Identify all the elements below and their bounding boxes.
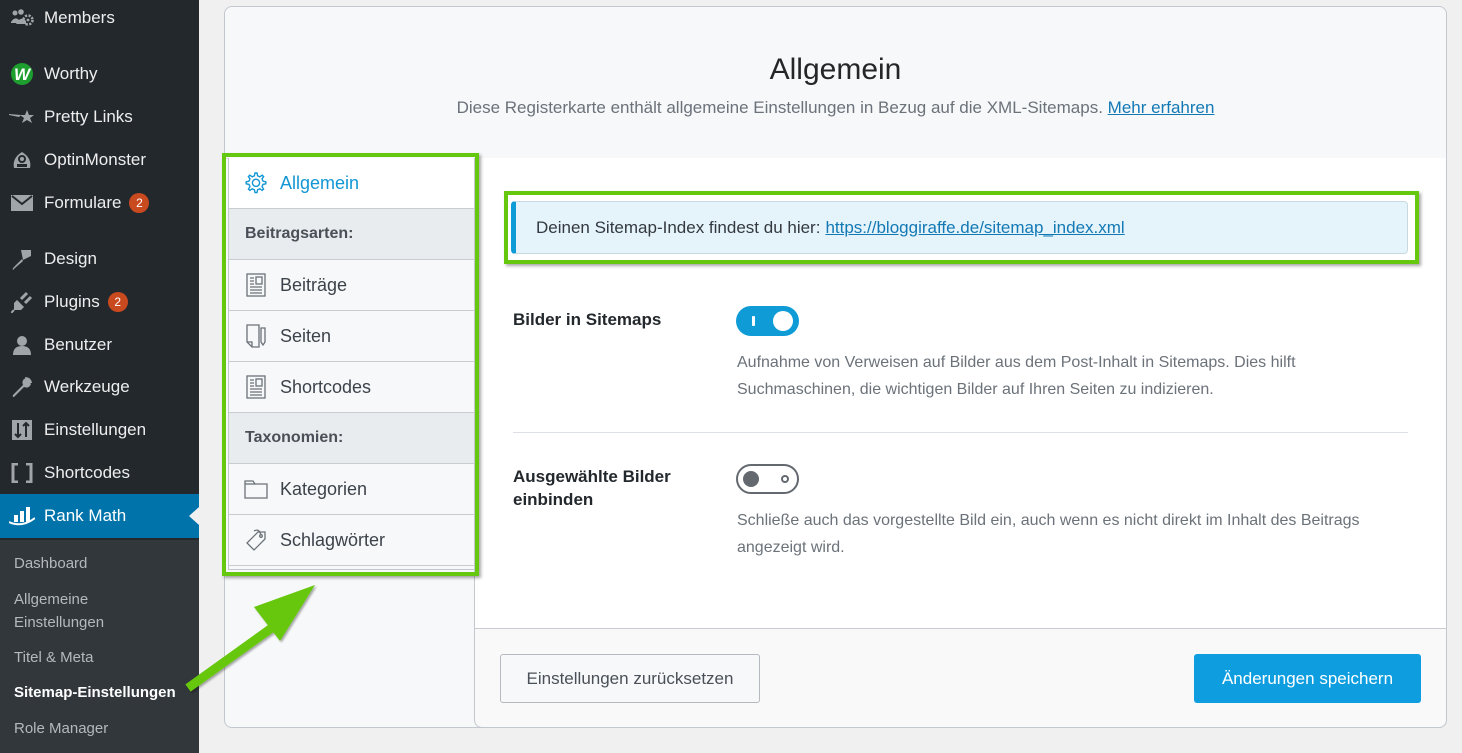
rank-math-submenu: Dashboard Allgemeine Einstellungen Titel… bbox=[0, 540, 199, 753]
plug-icon bbox=[9, 291, 35, 313]
sidebar-item-optinmonster[interactable]: OptinMonster bbox=[0, 142, 199, 178]
mail-icon bbox=[9, 192, 35, 214]
field-label-bilder-in-sitemaps: Bilder in Sitemaps bbox=[513, 310, 662, 329]
sitemap-index-notice: Deinen Sitemap-Index findest du hier: ht… bbox=[511, 201, 1408, 254]
sidebar-item-einstellungen[interactable]: Einstellungen bbox=[0, 412, 199, 448]
sidebar-item-formulare[interactable]: Formulare 2 bbox=[0, 185, 199, 221]
sidebar-item-label: Werkzeuge bbox=[44, 377, 130, 396]
tag-icon bbox=[244, 528, 268, 552]
sidebar-item-label: Benutzer bbox=[44, 335, 113, 354]
sidebar-item-label: Members bbox=[44, 8, 115, 27]
tab-label: Shortcodes bbox=[280, 376, 372, 397]
learn-more-link[interactable]: Mehr erfahren bbox=[1108, 98, 1215, 117]
update-count-badge: 2 bbox=[129, 193, 150, 213]
sidebar-item-label: Shortcodes bbox=[44, 463, 130, 482]
sidebar-item-label: Einstellungen bbox=[44, 420, 147, 439]
description-text: Diese Registerkarte enthält allgemeine E… bbox=[456, 98, 1103, 117]
submenu-item-sitemap-einstellungen[interactable]: Sitemap-Einstellungen bbox=[14, 681, 176, 704]
page-description: Diese Registerkarte enthält allgemeine E… bbox=[225, 98, 1446, 118]
field-description: Schließe auch das vorgestellte Bild ein,… bbox=[737, 512, 1360, 556]
sidebar-item-members[interactable]: Members bbox=[0, 0, 199, 36]
sidebar-item-label: OptinMonster bbox=[44, 150, 147, 169]
bilder-in-sitemaps-toggle[interactable] bbox=[736, 306, 799, 336]
panel-header: Allgemein Diese Registerkarte enthält al… bbox=[225, 7, 1446, 159]
sitemap-index-link[interactable]: https://bloggiraffe.de/sitemap_index.xml bbox=[825, 218, 1124, 238]
wrench-icon bbox=[9, 376, 35, 398]
sidebar-item-werkzeuge[interactable]: Werkzeuge bbox=[0, 369, 199, 405]
page-icon bbox=[244, 324, 268, 348]
tab-group-heading: Taxonomien: bbox=[229, 413, 474, 464]
tab-group-heading: Beitragsarten: bbox=[229, 209, 474, 260]
brackets-icon bbox=[9, 462, 35, 484]
ausgewaehlte-bilder-toggle[interactable] bbox=[736, 464, 799, 494]
folder-icon bbox=[244, 477, 268, 501]
tab-shortcodes[interactable]: Shortcodes bbox=[229, 362, 474, 413]
submenu-item-role-manager[interactable]: Role Manager bbox=[14, 717, 108, 740]
sitemap-tabs: Allgemein Beitragsarten: Beiträge Seiten… bbox=[228, 158, 475, 570]
tab-beitraege[interactable]: Beiträge bbox=[229, 260, 474, 311]
tab-allgemein[interactable]: Allgemein bbox=[229, 158, 474, 209]
sidebar-item-label: Worthy bbox=[44, 64, 98, 83]
tab-label: Seiten bbox=[280, 325, 332, 346]
toggle-off-mark-icon bbox=[781, 475, 789, 483]
rank-math-icon bbox=[9, 505, 35, 527]
save-changes-button[interactable]: Änderungen speichern bbox=[1194, 654, 1421, 703]
update-count-badge: 2 bbox=[107, 292, 128, 312]
members-icon bbox=[9, 7, 35, 29]
tab-label: Beiträge bbox=[280, 274, 348, 295]
sidebar-item-shortcodes[interactable]: Shortcodes bbox=[0, 455, 199, 491]
field-label-ausgewaehlte-bilder: Ausgewählte Bilder einbinden bbox=[513, 467, 671, 509]
admin-sidebar: Members W Worthy Pretty Links OptinMonst… bbox=[0, 0, 199, 753]
reset-settings-button[interactable]: Einstellungen zurücksetzen bbox=[500, 654, 760, 703]
sidebar-item-label: Rank Math bbox=[44, 506, 127, 525]
sidebar-item-worthy[interactable]: W Worthy bbox=[0, 56, 199, 92]
tab-kategorien[interactable]: Kategorien bbox=[229, 464, 474, 515]
sidebar-item-benutzer[interactable]: Benutzer bbox=[0, 327, 199, 363]
sidebar-item-pretty-links[interactable]: Pretty Links bbox=[0, 99, 199, 135]
tab-seiten[interactable]: Seiten bbox=[229, 311, 474, 362]
paintbrush-icon bbox=[9, 248, 35, 270]
post-icon bbox=[244, 273, 268, 297]
page-title: Allgemein bbox=[769, 53, 902, 86]
sidebar-item-rank-math[interactable]: Rank Math bbox=[0, 494, 199, 538]
gear-icon bbox=[244, 171, 268, 195]
sidebar-item-design[interactable]: Design bbox=[0, 241, 199, 277]
sidebar-item-label: Design bbox=[44, 249, 97, 268]
user-icon bbox=[9, 334, 35, 356]
submenu-item-titel-meta[interactable]: Titel & Meta bbox=[14, 646, 93, 669]
tab-schlagwoerter[interactable]: Schlagwörter bbox=[229, 515, 474, 566]
toggle-knob bbox=[773, 311, 793, 331]
sidebar-item-plugins[interactable]: Plugins 2 bbox=[0, 284, 199, 320]
tab-label: Kategorien bbox=[280, 478, 368, 499]
optinmonster-icon bbox=[9, 149, 35, 171]
sidebar-item-label: Plugins bbox=[44, 292, 100, 311]
worthy-icon: W bbox=[9, 63, 35, 85]
tab-label: Allgemein bbox=[280, 172, 360, 193]
notice-text: Deinen Sitemap-Index findest du hier: bbox=[536, 217, 821, 237]
tab-label: Schlagwörter bbox=[280, 529, 386, 550]
post-icon bbox=[244, 375, 268, 399]
svg-text:W: W bbox=[14, 65, 32, 84]
field-description: Aufnahme von Verweisen auf Bilder aus de… bbox=[737, 354, 1296, 398]
sidebar-item-label: Formulare bbox=[44, 193, 122, 212]
submenu-item-dashboard[interactable]: Dashboard bbox=[14, 552, 87, 575]
sidebar-item-label: Pretty Links bbox=[44, 107, 133, 126]
submenu-item-allgemeine-einstellungen[interactable]: Allgemeine Einstellungen bbox=[14, 588, 124, 634]
toggle-on-mark-icon bbox=[752, 316, 755, 326]
pretty-links-icon bbox=[9, 106, 35, 128]
field-divider bbox=[513, 432, 1408, 433]
toggle-knob bbox=[743, 471, 759, 487]
settings-sliders-icon bbox=[9, 419, 35, 441]
